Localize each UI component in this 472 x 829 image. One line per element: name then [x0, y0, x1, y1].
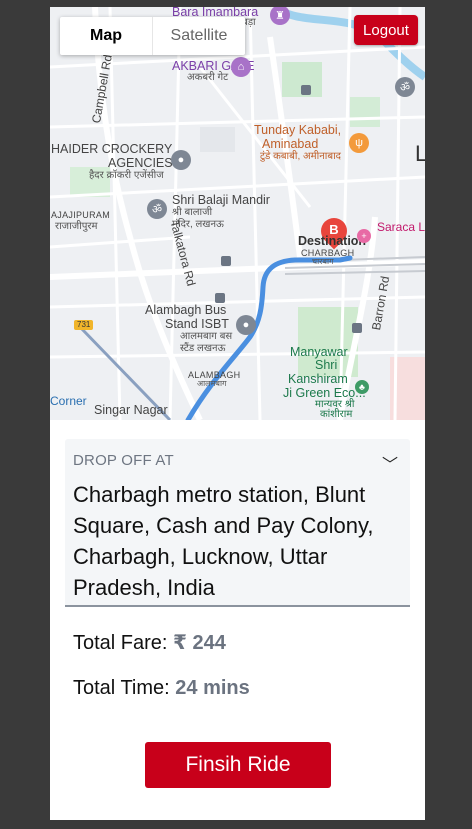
total-fare-value: ₹ 244 — [173, 632, 226, 654]
map-type-control: Map Satellite — [60, 17, 245, 55]
map-label-tunday-hindi: टुंडे कबाबी, अमीनाबाद — [260, 151, 341, 162]
hospital-pin-icon[interactable]: + — [357, 229, 371, 243]
dropoff-address: Charbagh metro station, Blunt Square, Ca… — [73, 482, 374, 600]
dropoff-select[interactable]: DROP OFF AT ﹀ Charbagh metro station, Bl… — [65, 439, 410, 607]
map-label-balaji-hindi-1: श्री बालाजी — [172, 207, 213, 218]
shop-pin-icon[interactable]: ● — [171, 150, 191, 170]
map-label-alambagh-hindi: आलमबाग — [197, 379, 227, 388]
map-label-singar-nagar: Singar Nagar — [94, 403, 168, 417]
map-label-alambagh-bus-hindi-1: आलमबाग बस — [180, 331, 233, 342]
total-fare-row: Total Fare: ₹ 244 — [73, 630, 226, 655]
place-pin-icon[interactable]: ॐ — [395, 77, 415, 97]
park-pin-icon[interactable]: ♣ — [355, 380, 369, 394]
map-label-manyawar-hindi-2: कांशीराम — [320, 409, 353, 420]
dropoff-caption: DROP OFF AT — [73, 452, 174, 469]
temple-pin-icon[interactable]: ॐ — [147, 199, 167, 219]
highway-shield: 731 — [74, 320, 94, 331]
tab-satellite[interactable]: Satellite — [153, 17, 245, 55]
map-label-haider-2: AGENCIES — [108, 156, 173, 170]
tab-map[interactable]: Map — [60, 17, 153, 55]
map-label-destination: Destination — [298, 234, 367, 248]
map-label-edge-l: L — [415, 141, 425, 166]
map-view[interactable]: Bara Imambara बड़ा ♜ AKBARI GATE अकबरी ग… — [50, 7, 425, 420]
app-screen: Bara Imambara बड़ा ♜ AKBARI GATE अकबरी ग… — [50, 7, 425, 820]
map-label-rajajipuram: AJAJIPURAM — [51, 210, 111, 220]
map-label-charbagh-hindi: चारबाग — [312, 257, 334, 266]
map-label-tunday: Tunday Kababi, — [254, 123, 342, 137]
map-label-manyawar-3: Kanshiram — [288, 372, 348, 386]
chevron-down-icon[interactable]: ﹀ — [382, 451, 398, 475]
restaurant-pin-icon[interactable]: ψ — [349, 133, 369, 153]
finish-ride-button[interactable]: Finsih Ride — [145, 742, 331, 788]
total-time-row: Total Time: 24 mins — [73, 677, 250, 700]
total-time-value: 24 mins — [175, 677, 250, 699]
landmark-pin-icon[interactable]: ⌂ — [231, 57, 251, 77]
logout-button[interactable]: Logout — [354, 15, 418, 45]
map-label-haider-1: HAIDER CROCKERY — [51, 142, 173, 156]
map-label-saraca: Saraca Lu — [377, 220, 425, 234]
total-fare-label: Total Fare: — [73, 632, 168, 654]
map-label-alambagh-bus-hindi-2: स्टैंड लखनऊ — [180, 343, 226, 354]
map-label-rajajipuram-hindi: राजाजीपुरम — [55, 221, 98, 232]
map-label-alambagh-bus-1: Alambagh Bus — [145, 303, 227, 317]
total-time-label: Total Time: — [73, 677, 170, 699]
map-label-balaji: Shri Balaji Mandir — [172, 193, 270, 207]
bus-station-pin-icon[interactable]: ● — [236, 315, 256, 335]
map-label-manyawar-2: Shri — [315, 358, 338, 372]
map-label-aminabad: Aminabad — [262, 137, 319, 151]
map-label-haider-hindi: हैदर क्रॉकरी एजेंसीज — [89, 170, 164, 181]
map-label-corner: Corner — [50, 394, 87, 408]
map-label-akbari-hindi: अकबरी गेट — [187, 72, 229, 83]
map-label-alambagh-bus-2: Stand ISBT — [165, 317, 229, 331]
